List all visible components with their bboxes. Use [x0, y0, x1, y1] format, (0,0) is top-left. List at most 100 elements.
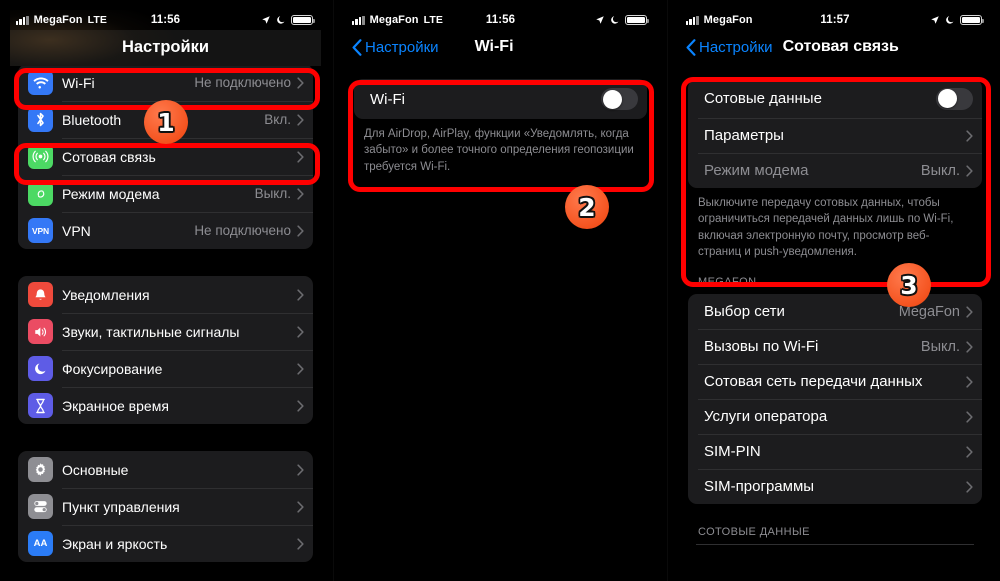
battery-icon	[291, 14, 315, 26]
network-type: LTE	[423, 14, 443, 26]
toggle-knob	[602, 89, 622, 109]
wifi-calling-row[interactable]: Вызовы по Wi-Fi Выкл.	[688, 329, 982, 364]
wifi-description: Для AirDrop, AirPlay, функции «Уведомлят…	[364, 128, 634, 173]
sidebar-item-display[interactable]: AA Экран и яркость	[18, 525, 313, 562]
hotspot-icon	[28, 181, 53, 206]
focus-icon	[28, 356, 53, 381]
network-selection-label: Выбор сети	[704, 303, 785, 321]
hotspot-status-value: Выкл.	[254, 186, 291, 201]
page-title: Сотовая связь	[782, 38, 899, 55]
settings-group-connectivity: Wi-Fi Не подключено Bluetooth Вкл. Сотов…	[18, 64, 313, 249]
page-title: Wi-Fi	[474, 38, 514, 55]
location-arrow-icon	[931, 16, 939, 24]
back-button[interactable]: Настройки	[684, 39, 773, 56]
screenshot-root: MegaFon LTE 11:56 Настройки Wi-Fi Не под…	[0, 0, 1000, 581]
wifi-toggle[interactable]	[601, 88, 638, 110]
cellular-data-toggle[interactable]	[936, 87, 973, 110]
sim-pin-label: SIM-PIN	[704, 443, 761, 461]
wifi-calling-value: Выкл.	[920, 338, 960, 355]
phone-panel-settings: MegaFon LTE 11:56 Настройки Wi-Fi Не под…	[0, 0, 333, 581]
sidebar-item-label: Сотовая связь	[62, 148, 156, 165]
toggle-knob	[937, 89, 957, 108]
carrier-services-row[interactable]: Услуги оператора	[688, 399, 982, 434]
chevron-right-icon	[966, 411, 973, 423]
sidebar-item-label: Уведомления	[62, 286, 150, 303]
cellular-data-network-row[interactable]: Сотовая сеть передачи данных	[688, 364, 982, 399]
chevron-right-icon	[297, 76, 304, 89]
cellular-data-footer-header: СОТОВЫЕ ДАННЫЕ	[698, 526, 810, 539]
sidebar-item-label: VPN	[62, 222, 91, 239]
chevron-right-icon	[297, 288, 304, 301]
sidebar-item-wifi[interactable]: Wi-Fi Не подключено	[18, 64, 313, 101]
status-left: MegaFon	[686, 14, 753, 26]
bluetooth-icon	[28, 107, 53, 132]
wifi-toggle-row[interactable]: Wi-Fi	[354, 79, 647, 119]
sidebar-item-label: Wi-Fi	[62, 74, 95, 91]
chevron-right-icon	[297, 399, 304, 412]
cellular-hotspot-value: Выкл.	[920, 162, 960, 179]
cellular-options-row[interactable]: Параметры	[688, 118, 982, 153]
cellular-hotspot-label: Режим модема	[704, 162, 809, 179]
signal-bars-icon	[16, 15, 29, 25]
status-bar: MegaFon LTE 11:56	[10, 10, 321, 30]
back-button[interactable]: Настройки	[350, 39, 439, 56]
moon-icon	[277, 16, 285, 24]
chevron-right-icon	[966, 376, 973, 388]
chevron-right-icon	[297, 537, 304, 550]
settings-screen: MegaFon LTE 11:56 Настройки Wi-Fi Не под…	[10, 10, 321, 581]
footer-divider	[696, 544, 974, 546]
status-bar: MegaFon 11:57	[680, 10, 990, 30]
sidebar-item-label: Пункт управления	[62, 498, 180, 515]
sidebar-item-focus[interactable]: Фокусирование	[18, 350, 313, 387]
sidebar-item-hotspot[interactable]: Режим модема Выкл.	[18, 175, 313, 212]
cellular-hotspot-row[interactable]: Режим модема Выкл.	[688, 153, 982, 188]
sidebar-item-label: Экранное время	[62, 397, 169, 414]
bluetooth-status-value: Вкл.	[264, 112, 291, 127]
sidebar-item-sounds[interactable]: Звуки, тактильные сигналы	[18, 313, 313, 350]
wifi-toggle-group: Wi-Fi	[354, 79, 647, 119]
cellular-data-group: Сотовые данные Параметры Режим модема Вы…	[688, 79, 982, 188]
chevron-right-icon	[297, 500, 304, 513]
sidebar-item-label: Режим модема	[62, 185, 160, 202]
sim-pin-row[interactable]: SIM-PIN	[688, 434, 982, 469]
cellular-data-row[interactable]: Сотовые данные	[688, 79, 982, 118]
status-right	[595, 14, 649, 26]
display-brightness-icon: AA	[28, 531, 53, 556]
wifi-icon	[28, 70, 53, 95]
signal-bars-icon	[352, 15, 365, 25]
cellular-icon	[28, 144, 53, 169]
top-spacer	[680, 64, 990, 79]
status-left: MegaFon LTE	[352, 14, 443, 26]
step-badge-2-number: 2	[578, 192, 596, 222]
wifi-calling-label: Вызовы по Wi-Fi	[704, 338, 819, 356]
page-title: Настройки	[121, 37, 210, 56]
cellular-data-label: Сотовые данные	[704, 90, 822, 107]
sidebar-item-screentime[interactable]: Экранное время	[18, 387, 313, 424]
network-type: LTE	[87, 14, 107, 26]
cellular-screen: MegaFon 11:57 Настройки Сотовая связь Со…	[680, 10, 990, 581]
carrier-name: MegaFon	[33, 14, 83, 26]
wifi-screen: MegaFon LTE 11:56 Настройки Wi-Fi Wi-Fi …	[346, 10, 655, 581]
sim-applications-row[interactable]: SIM-программы	[688, 469, 982, 504]
location-arrow-icon	[262, 16, 270, 24]
sidebar-item-general[interactable]: Основные	[18, 451, 313, 488]
sim-applications-label: SIM-программы	[704, 478, 815, 496]
sidebar-item-notifications[interactable]: Уведомления	[18, 276, 313, 313]
step-badge-1-number: 1	[157, 107, 175, 137]
carrier-name: MegaFon	[703, 14, 753, 26]
cellular-options-label: Параметры	[704, 127, 784, 144]
carrier-section-header: MEGAFON	[698, 276, 757, 289]
vpn-icon: VPN	[28, 218, 53, 243]
sidebar-item-vpn[interactable]: VPN VPN Не подключено	[18, 212, 313, 249]
settings-group-system: Основные Пункт управления AA Экран и ярк…	[18, 451, 313, 562]
notifications-icon	[28, 282, 53, 307]
chevron-right-icon	[297, 113, 304, 126]
wifi-toggle-label: Wi-Fi	[370, 90, 405, 108]
network-selection-row[interactable]: Выбор сети MegaFon	[688, 294, 982, 329]
status-right	[930, 14, 984, 26]
chevron-right-icon	[966, 481, 973, 493]
sidebar-item-control-center[interactable]: Пункт управления	[18, 488, 313, 525]
sidebar-item-label: Экран и яркость	[62, 535, 168, 552]
